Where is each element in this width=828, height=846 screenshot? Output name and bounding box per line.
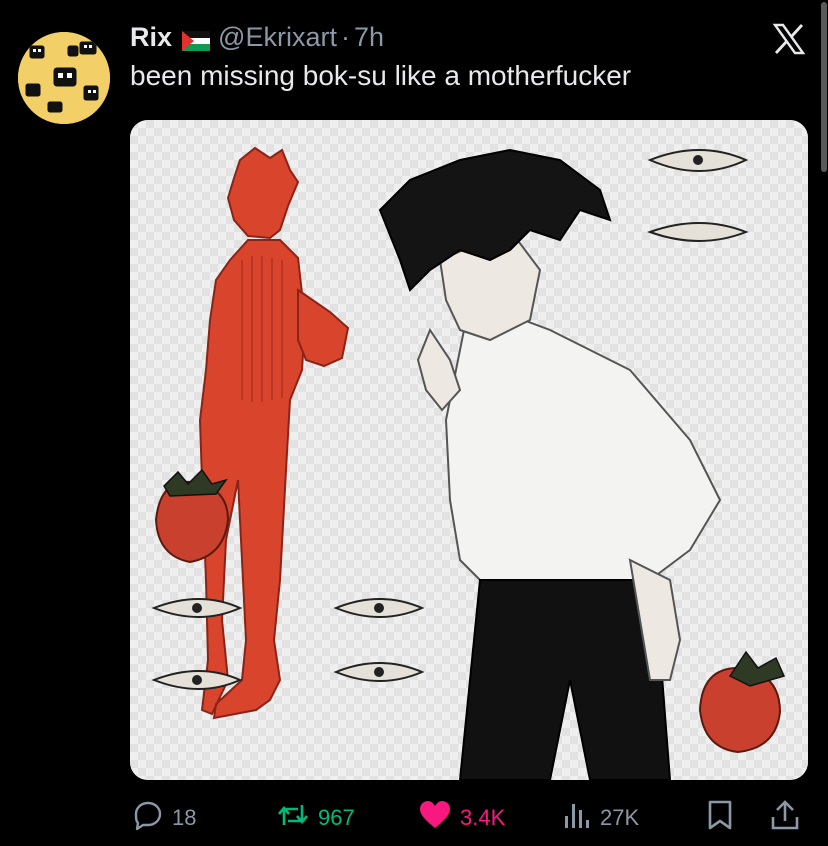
reply-count: 18 bbox=[172, 805, 197, 830]
post-text: been missing bok-su like a motherfucker bbox=[130, 60, 632, 91]
share-icon bbox=[770, 799, 808, 837]
author-handle[interactable]: @Ekrixart bbox=[218, 22, 337, 53]
x-logo-icon bbox=[772, 22, 806, 56]
repost-count: 967 bbox=[318, 805, 355, 830]
views-button[interactable]: 27K bbox=[562, 798, 639, 838]
author-name[interactable]: Rix bbox=[130, 22, 172, 53]
palestine-flag-icon bbox=[182, 27, 211, 51]
bookmark-button[interactable] bbox=[706, 798, 742, 838]
bookmark-icon bbox=[706, 799, 742, 837]
artwork-illustration bbox=[130, 120, 808, 780]
share-button[interactable] bbox=[770, 798, 808, 838]
avatar[interactable] bbox=[18, 32, 110, 124]
reply-icon bbox=[132, 799, 172, 837]
repost-button[interactable]: 967 bbox=[276, 798, 355, 838]
like-button[interactable]: 3.4K bbox=[418, 798, 505, 838]
heart-icon bbox=[418, 799, 460, 837]
reply-button[interactable]: 18 bbox=[132, 798, 196, 838]
header-separator: · bbox=[340, 21, 350, 52]
view-count: 27K bbox=[600, 805, 640, 830]
scrollbar[interactable] bbox=[820, 0, 828, 180]
strawberry-left bbox=[154, 468, 230, 564]
avatar-image bbox=[18, 32, 110, 124]
repost-icon bbox=[276, 799, 318, 837]
scrollbar-thumb[interactable] bbox=[821, 2, 827, 172]
action-bar: 18 967 3.4K 27K bbox=[130, 798, 810, 838]
post-header: Rix @Ekrixart · 7h bbox=[130, 20, 384, 54]
views-icon bbox=[562, 800, 600, 836]
post-image[interactable] bbox=[130, 120, 808, 780]
like-count: 3.4K bbox=[460, 805, 506, 830]
post-time[interactable]: 7h bbox=[354, 22, 384, 53]
